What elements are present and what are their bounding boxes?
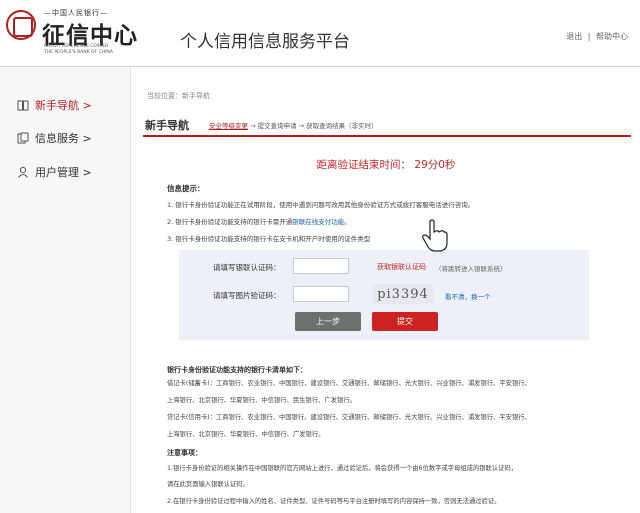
note-line-3: 2.在银行卡身份验证过程中输入的姓名、证件类型、证件号码等与平台注册时填写的内容… <box>167 498 501 505</box>
get-unionpay-code-link[interactable]: 获取银联认证码 <box>377 262 426 272</box>
header-links: 退出 | 帮助中心 <box>563 31 628 42</box>
page-header: —中国人民银行— 征信中心 CREDIT REFERENCE CENTER TH… <box>0 0 640 67</box>
sidebar-item-label: 信息服务 > <box>35 132 92 145</box>
section-title: 新手导航 <box>145 119 189 132</box>
refresh-captcha-link[interactable]: 看不清，换一个 <box>445 291 491 301</box>
help-center-link[interactable]: 帮助中心 <box>596 32 628 41</box>
sidebar-item-info-service[interactable]: 信息服务 > <box>16 130 92 146</box>
unionpay-code-label: 请填写银联认证码： <box>213 263 281 272</box>
unionpay-online-payment-link[interactable]: 银联在线支付功能。 <box>292 218 351 226</box>
info-line-text: 3. 银行卡身份验证功能支持的银行卡在支卡机和开户时使用的证件类型 <box>167 235 371 243</box>
get-code-hint: （将跳转进入银联系统） <box>435 265 507 273</box>
bank-line-3: 贷记卡(信用卡)：工商银行、农业银行、中国银行、建设银行、交通银行、邮储银行、光… <box>167 414 531 421</box>
current-step: 安全等级变更 <box>209 122 248 130</box>
step-indicator: 安全等级变更 → 提交查询申请 → 获取查询结果（非实时） <box>209 120 378 130</box>
sidebar-item-label: 用户管理 > <box>35 166 92 179</box>
platform-title: 个人信用信息服务平台 <box>180 32 350 52</box>
info-title: 信息提示： <box>167 184 205 193</box>
bank-line-1: 借记卡(储蓄卡)：工商银行、农业银行、中国银行、建设银行、交通银行、邮储银行、光… <box>167 380 531 387</box>
info-line-1: 1. 银行卡身份验证功能正在试用阶段，使用中遇到问题可改用其他身份验证方式或拨打… <box>167 199 474 209</box>
user-icon <box>16 166 29 179</box>
logout-link[interactable]: 退出 <box>566 32 582 41</box>
captcha-label: 请填写图片验证码： <box>213 291 281 300</box>
info-line-3: 3. 银行卡身份验证功能支持的银行卡在支卡机和开户时使用的证件类型 <box>167 233 370 243</box>
supported-banks-title: 银行卡身份验证功能支持的银行卡清单如下： <box>167 366 307 374</box>
captcha-input[interactable] <box>293 286 349 302</box>
bank-line-4: 上海银行、北京银行、华夏银行、中信银行、广发银行。 <box>167 431 325 438</box>
credit-center-logo-emblem <box>6 10 36 40</box>
section-header: 新手导航 安全等级变更 → 提交查询申请 → 获取查询结果（非实时） <box>143 117 631 137</box>
sidebar-item-user-management[interactable]: 用户管理 > <box>16 164 92 180</box>
note-line-2: 请在此页面输入银联认证码。 <box>167 481 249 488</box>
countdown-timer: 距离验证结束时间： 29分0秒 <box>316 159 456 171</box>
remaining-steps: → 提交查询申请 → 获取查询结果（非实时） <box>248 122 378 130</box>
bank-line-2: 上海银行、北京银行、华夏银行、中信银行、民生银行、广发银行。 <box>167 397 356 404</box>
sidebar-item-newbie-guide[interactable]: 新手导航 > <box>16 97 92 113</box>
breadcrumb: 当前位置：新手导航 <box>147 92 210 100</box>
verification-form: 请填写银联认证码： 获取银联认证码 （将跳转进入银联系统） 请填写图片验证码： … <box>179 250 589 340</box>
notes-title: 注意事项： <box>167 449 202 457</box>
sidebar: 新手导航 > 信息服务 > 用户管理 > <box>0 67 128 513</box>
info-line-text: 2. 银行卡身份验证功能支持的银行卡需开通 <box>167 218 293 226</box>
note-line-1: 1.银行卡身份验证的相关操作在中国银联的官方网站上进行，通过验证后，将会获得一个… <box>167 465 518 472</box>
submit-button[interactable]: 提交 <box>372 312 438 331</box>
header-separator: | <box>587 32 591 41</box>
sidebar-item-label: 新手导航 > <box>35 99 92 112</box>
info-line-2: 2. 银行卡身份验证功能支持的银行卡需开通银联在线支付功能。 <box>167 216 351 226</box>
logo-english-line-2: THE PEOPLE'S BANK OF CHINA <box>44 50 113 55</box>
previous-step-button[interactable]: 上一步 <box>295 312 361 331</box>
logo-english: CREDIT REFERENCE CENTER THE PEOPLE'S BAN… <box>44 44 144 56</box>
document-icon <box>16 132 29 145</box>
main-content: 当前位置：新手导航 新手导航 安全等级变更 → 提交查询申请 → 获取查询结果（… <box>130 67 640 513</box>
book-icon <box>16 99 29 112</box>
captcha-image[interactable]: pi3394 <box>373 284 433 304</box>
hand-pointer-cursor-icon <box>422 219 448 252</box>
unionpay-code-input[interactable] <box>293 258 349 274</box>
info-line-text: 1. 银行卡身份验证功能正在试用阶段，使用中遇到问题可改用其他身份验证方式或拨打… <box>167 201 475 209</box>
